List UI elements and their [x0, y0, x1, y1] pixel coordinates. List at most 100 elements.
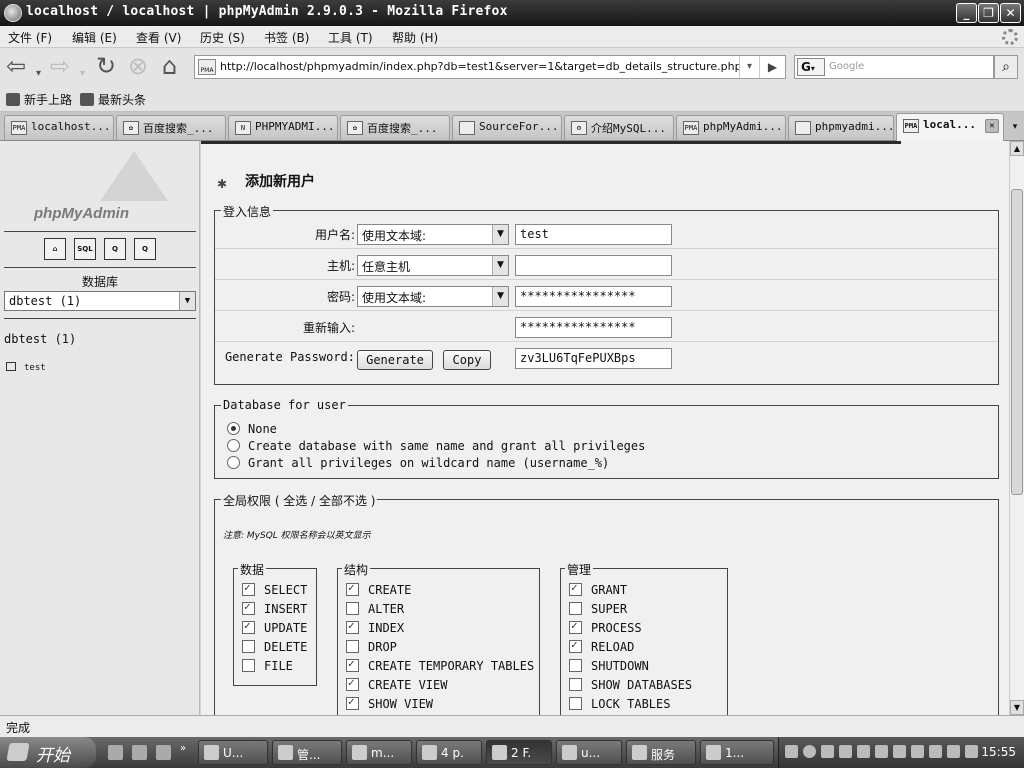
priv-create-temporary-tables[interactable]: CREATE TEMPORARY TABLES [346, 657, 534, 673]
priv-super[interactable]: SUPER [569, 602, 627, 616]
scroll-up-icon[interactable]: ▲ [1010, 141, 1024, 156]
start-button[interactable]: 开始 [0, 737, 96, 768]
tab-list-dropdown-icon[interactable]: ▾ [1006, 115, 1024, 140]
generate-button[interactable]: Generate [357, 350, 433, 370]
search-input[interactable]: Google [829, 61, 864, 72]
tab-local-active[interactable]: PMA local... ✕ [896, 113, 1004, 141]
database-name-link[interactable]: dbtest (1) [4, 332, 76, 346]
username-input[interactable]: test [515, 224, 672, 245]
tab-baidu-2[interactable]: ✿ 百度搜索_... [340, 115, 450, 140]
priv-show-view[interactable]: SHOW VIEW [346, 695, 433, 711]
table-link-test[interactable]: test [6, 362, 46, 373]
phpmyadmin-logo[interactable]: phpMyAdmin [30, 151, 180, 231]
priv-reload[interactable]: RELOAD [569, 638, 634, 654]
host-input[interactable] [515, 255, 672, 276]
volume-icon[interactable] [947, 745, 960, 758]
priv-shutdown[interactable]: SHUTDOWN [569, 659, 649, 673]
taskbar-item-services[interactable]: 服务 [626, 740, 696, 765]
menu-help[interactable]: 帮助 (H) [392, 29, 438, 46]
priv-select[interactable]: SELECT [242, 581, 307, 597]
taskbar-item-2[interactable]: 管... [272, 740, 342, 765]
quicklaunch-desktop-icon[interactable] [132, 745, 147, 760]
radio-none[interactable]: None [227, 422, 277, 436]
tray-app-icon[interactable] [875, 745, 888, 758]
quicklaunch-more-icon[interactable]: » [180, 743, 186, 754]
search-bar[interactable]: G▾ Google [794, 55, 994, 79]
go-icon[interactable]: ▶ [759, 56, 785, 78]
database-select[interactable]: dbtest (1) ▼ [4, 291, 196, 311]
tab-baidu-1[interactable]: ✿ 百度搜索_... [116, 115, 226, 140]
url-history-dropdown-icon[interactable]: ▾ [739, 56, 759, 78]
documentation-icon[interactable]: Q [134, 238, 156, 260]
bookmark-getting-started[interactable]: 新手上路 [6, 91, 72, 108]
stop-icon[interactable]: ⊗ [128, 54, 148, 78]
priv-insert[interactable]: INSERT [242, 600, 307, 616]
priv-show-databases[interactable]: SHOW DATABASES [569, 678, 692, 692]
tab-close-icon[interactable]: ✕ [985, 119, 999, 133]
priv-index[interactable]: INDEX [346, 619, 404, 635]
priv-grant[interactable]: GRANT [569, 581, 627, 597]
network-icon[interactable] [965, 745, 978, 758]
priv-alter[interactable]: ALTER [346, 602, 404, 616]
quicklaunch-ie-icon[interactable] [108, 745, 123, 760]
priv-delete[interactable]: DELETE [242, 640, 307, 654]
tray-app-icon[interactable] [839, 745, 852, 758]
tray-app-icon[interactable] [929, 745, 942, 758]
forward-history-dropdown-icon[interactable]: ▾ [80, 62, 85, 86]
radio-create-db[interactable]: Create database with same name and grant… [227, 439, 645, 453]
radio-button[interactable] [227, 456, 240, 469]
priv-update[interactable]: UPDATE [242, 619, 307, 635]
taskbar-item-1[interactable]: U... [198, 740, 268, 765]
menu-file[interactable]: 文件 (F) [8, 29, 52, 46]
menu-tools[interactable]: 工具 (T) [328, 29, 373, 46]
priv-lock-tables[interactable]: LOCK TABLES [569, 697, 670, 711]
home-icon[interactable]: ⌂ [162, 54, 177, 78]
priv-drop[interactable]: DROP [346, 640, 397, 654]
tab-sourceforge[interactable]: SourceFor... [452, 115, 562, 140]
generated-password-input[interactable]: zv3LU6TqFePUXBps [515, 348, 672, 369]
tab-phpmyadmin[interactable]: PMA phpMyAdmi... [676, 115, 786, 140]
menu-bookmarks[interactable]: 书签 (B) [264, 29, 309, 46]
priv-create[interactable]: CREATE [346, 581, 411, 597]
password-type-select[interactable]: 使用文本域: ▼ [357, 286, 509, 307]
tray-app-icon[interactable] [857, 745, 870, 758]
priv-file[interactable]: FILE [242, 659, 293, 673]
tray-app-icon[interactable] [821, 745, 834, 758]
taskbar-item-firefox[interactable]: 2 F. [486, 740, 552, 765]
menu-view[interactable]: 查看 (V) [136, 29, 181, 46]
tray-app-icon[interactable] [893, 745, 906, 758]
tab-phpmyadmin-n[interactable]: N PHPMYADMI... [228, 115, 338, 140]
search-engine-google-icon[interactable]: G▾ [797, 58, 825, 76]
search-magnifier-icon[interactable]: ⌕ [994, 55, 1018, 79]
query-window-icon[interactable]: Q [104, 238, 126, 260]
close-button[interactable]: ✕ [1000, 3, 1021, 23]
vertical-scrollbar[interactable]: ▲ ▼ [1009, 141, 1024, 715]
radio-wildcard[interactable]: Grant all privileges on wildcard name (u… [227, 456, 609, 470]
menu-edit[interactable]: 编辑 (E) [72, 29, 117, 46]
scrollbar-thumb[interactable] [1011, 189, 1023, 495]
quicklaunch-firefox-icon[interactable] [156, 745, 171, 760]
host-type-select[interactable]: 任意主机 ▼ [357, 255, 509, 276]
taskbar-item-4[interactable]: 4 p. [416, 740, 482, 765]
reload-icon[interactable]: ↻ [96, 54, 116, 78]
priv-process[interactable]: PROCESS [569, 619, 642, 635]
scroll-down-icon[interactable]: ▼ [1010, 700, 1024, 715]
tray-app-icon[interactable] [911, 745, 924, 758]
bookmark-latest-headlines[interactable]: 最新头条 [80, 91, 146, 108]
taskbar-item-6[interactable]: u... [556, 740, 622, 765]
taskbar-item-3[interactable]: m... [346, 740, 412, 765]
retype-password-input[interactable]: **************** [515, 317, 672, 338]
taskbar-item-8[interactable]: 1... [700, 740, 774, 765]
back-history-dropdown-icon[interactable]: ▾ [36, 62, 41, 86]
tab-localhost[interactable]: PMA localhost... [4, 115, 114, 140]
tab-mysql-intro[interactable]: ⚙ 介绍MySQL... [564, 115, 674, 140]
password-input[interactable]: **************** [515, 286, 672, 307]
minimize-button[interactable]: _ [956, 3, 977, 23]
tab-phpmyadmin-lower[interactable]: phpmyadmi... [788, 115, 894, 140]
url-bar[interactable]: PMA http://localhost/phpmyadmin/index.ph… [194, 55, 786, 79]
copy-button[interactable]: Copy [443, 350, 491, 370]
back-icon[interactable]: ⇦ [6, 54, 26, 78]
username-type-select[interactable]: 使用文本域: ▼ [357, 224, 509, 245]
forward-icon[interactable]: ⇨ [50, 54, 70, 78]
maximize-button[interactable]: ❐ [978, 3, 999, 23]
